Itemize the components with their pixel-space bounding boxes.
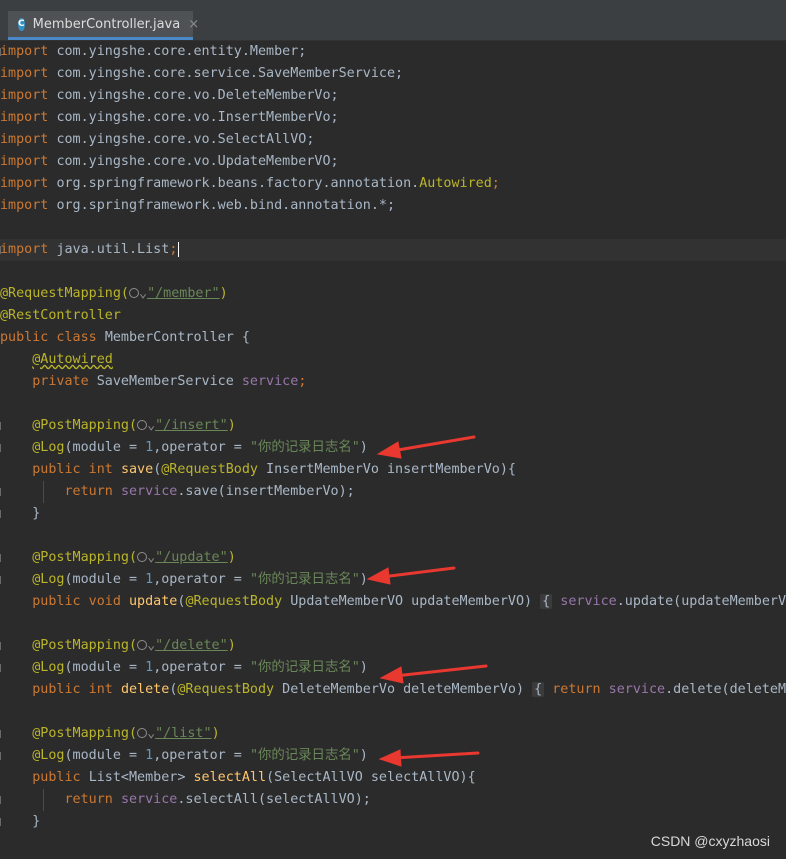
red-arrow xyxy=(376,435,476,459)
annotation-arrows xyxy=(366,435,488,767)
red-arrow xyxy=(366,566,456,585)
red-arrow xyxy=(378,749,480,767)
watermark: CSDN @cxyzhaosi xyxy=(650,833,770,849)
red-arrow xyxy=(379,664,488,684)
